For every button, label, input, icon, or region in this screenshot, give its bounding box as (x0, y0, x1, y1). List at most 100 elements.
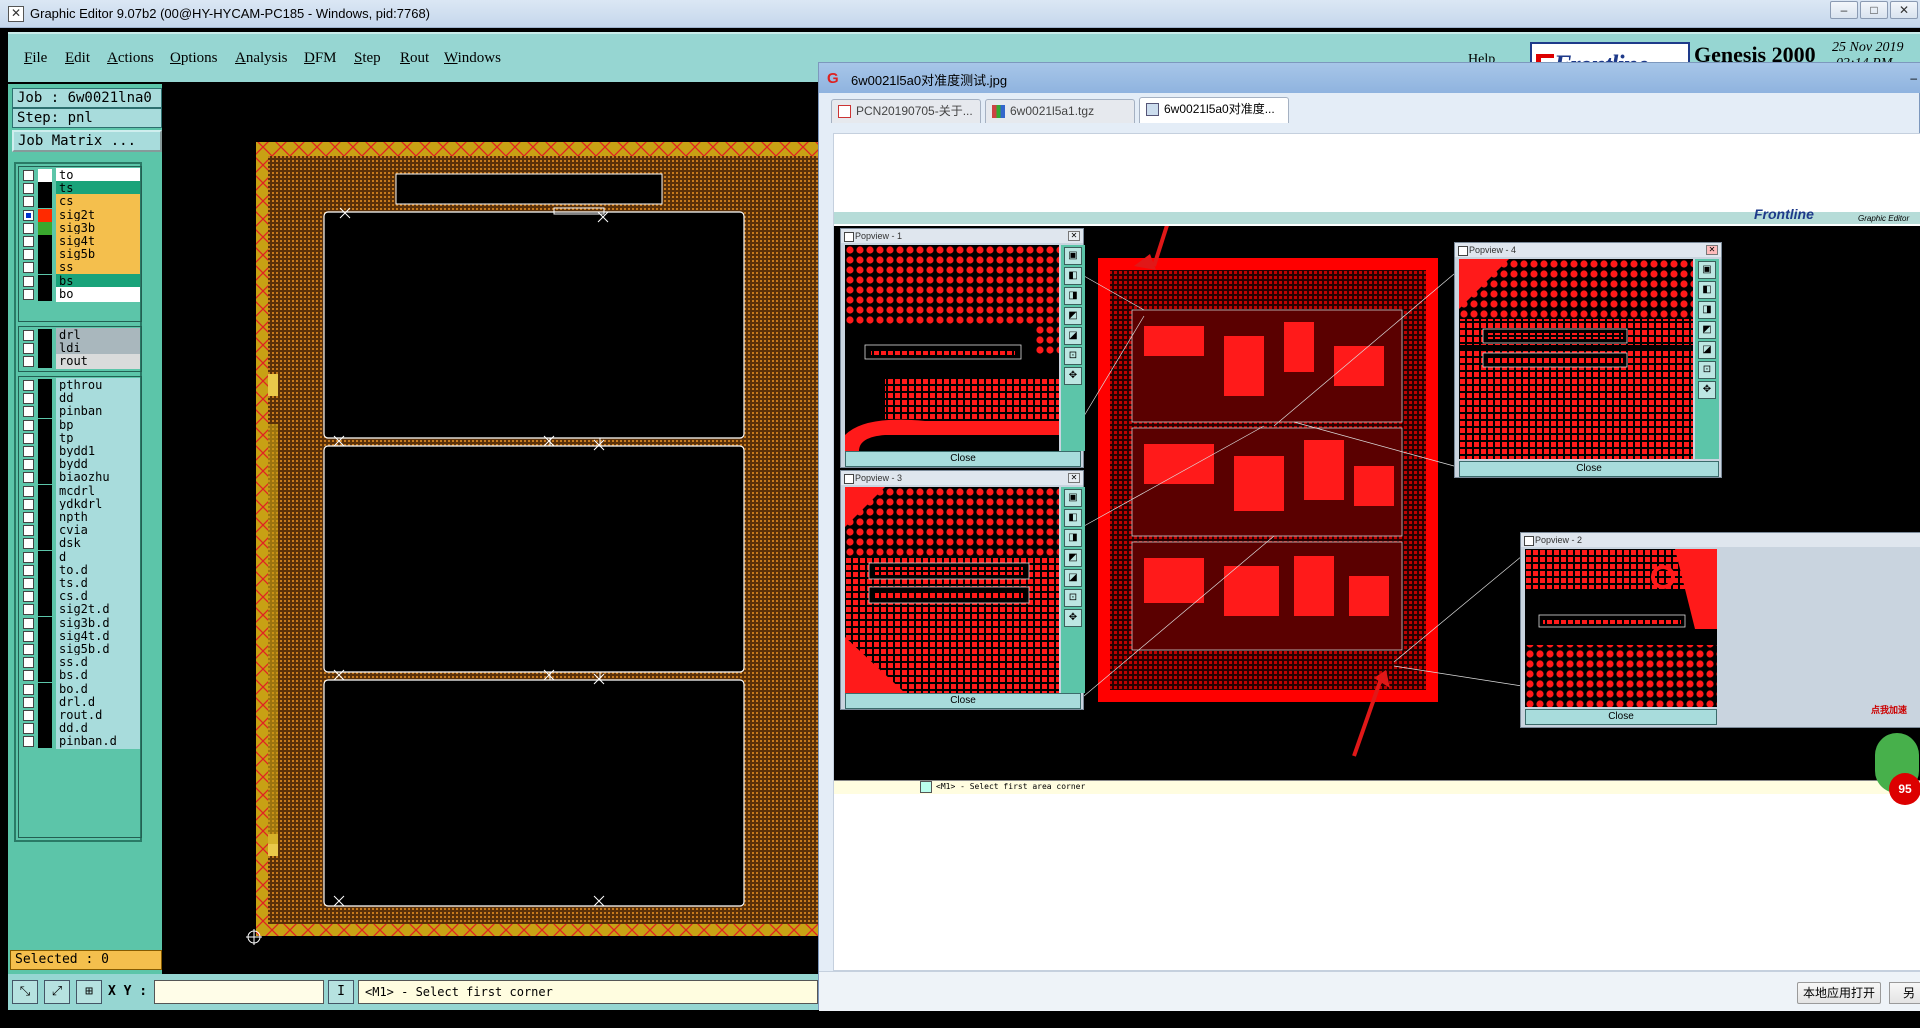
layer-color-swatch[interactable] (38, 329, 52, 342)
layer-color-swatch[interactable] (38, 735, 52, 749)
layer-checkbox[interactable] (23, 419, 34, 431)
zoom-fit-button[interactable]: ⤢ (44, 980, 70, 1004)
xy-input[interactable] (154, 980, 324, 1004)
layer-checkbox[interactable] (23, 736, 34, 748)
layer-checkbox[interactable] (23, 459, 34, 471)
layer-checkbox[interactable] (23, 183, 34, 195)
viewer-minimize-button[interactable]: – (1910, 71, 1917, 85)
open-local-app-button[interactable]: 本地应用打开 (1797, 982, 1881, 1004)
layer-color-swatch[interactable] (38, 577, 52, 590)
menu-analysis[interactable]: Analysis (235, 50, 288, 67)
layer-color-swatch[interactable] (38, 392, 52, 406)
layer-checkbox[interactable] (23, 538, 34, 550)
layer-checkbox[interactable] (23, 446, 34, 457)
layer-color-swatch[interactable] (38, 195, 52, 209)
layer-name[interactable]: pinban.d (56, 734, 140, 750)
layer-name[interactable]: rout (56, 354, 140, 370)
layer-color-swatch[interactable] (38, 563, 52, 577)
layer-color-swatch[interactable] (38, 656, 52, 670)
layer-checkbox[interactable] (23, 644, 34, 655)
layer-checkbox[interactable] (23, 683, 34, 695)
layer-color-swatch[interactable] (38, 261, 52, 275)
zoom-area-button[interactable]: ⤡ (12, 980, 38, 1004)
menu-edit[interactable]: Edit (65, 50, 90, 67)
layer-checkbox[interactable] (23, 657, 34, 669)
layer-row-bo[interactable]: bo (20, 286, 140, 302)
layer-color-swatch[interactable] (38, 616, 52, 630)
layer-color-swatch[interactable] (38, 208, 52, 222)
maximize-button[interactable]: □ (1860, 1, 1888, 19)
layer-color-swatch[interactable] (38, 431, 52, 445)
minimize-button[interactable]: – (1830, 1, 1858, 19)
layer-color-swatch[interactable] (38, 458, 52, 472)
menu-actions[interactable]: Actions (107, 50, 154, 67)
layer-color-swatch[interactable] (38, 537, 52, 551)
layer-color-swatch[interactable] (38, 709, 52, 722)
layer-color-swatch[interactable] (38, 379, 52, 392)
layer-checkbox[interactable] (23, 380, 34, 391)
job-matrix-button[interactable]: Job Matrix ... (12, 130, 162, 152)
layer-checkbox[interactable] (23, 222, 34, 234)
layer-checkbox[interactable] (23, 485, 34, 497)
layer-color-swatch[interactable] (38, 287, 52, 301)
layer-checkbox[interactable] (23, 472, 34, 484)
speed-up-widget[interactable]: 点我加速 95 (1871, 703, 1920, 813)
layer-checkbox[interactable] (23, 209, 34, 221)
layer-checkbox[interactable] (23, 343, 34, 355)
layer-color-swatch[interactable] (38, 355, 52, 369)
layer-checkbox[interactable] (23, 512, 34, 523)
layer-checkbox[interactable] (23, 696, 34, 708)
layer-row-pinban.d[interactable]: pinban.d (20, 734, 140, 750)
layer-color-swatch[interactable] (38, 590, 52, 604)
layer-checkbox[interactable] (23, 498, 34, 510)
layer-color-swatch[interactable] (38, 445, 52, 458)
layer-color-swatch[interactable] (38, 524, 52, 538)
tab-pcn-pdf[interactable]: PCN20190705-关于... (831, 99, 981, 123)
tab-tgz[interactable]: 6w0021l5a1.tgz (985, 99, 1135, 123)
layer-checkbox[interactable] (23, 170, 34, 181)
layer-color-swatch[interactable] (38, 342, 52, 356)
menu-file[interactable]: File (24, 50, 47, 67)
menu-options[interactable]: Options (170, 50, 218, 67)
other-button[interactable]: 另 (1889, 982, 1920, 1004)
layer-checkbox[interactable] (23, 710, 34, 721)
layer-checkbox[interactable] (23, 551, 34, 563)
layer-name[interactable]: bo (56, 286, 140, 302)
layer-color-swatch[interactable] (38, 669, 52, 683)
coord-info-button[interactable]: I (328, 980, 354, 1004)
layer-color-swatch[interactable] (38, 235, 52, 248)
close-button[interactable]: ✕ (1890, 1, 1918, 19)
layer-color-swatch[interactable] (38, 603, 52, 617)
layer-color-swatch[interactable] (38, 643, 52, 656)
menu-dfm[interactable]: DFM (304, 50, 337, 67)
cam-canvas[interactable] (164, 84, 832, 974)
layer-color-swatch[interactable] (38, 405, 52, 419)
layer-checkbox[interactable] (23, 670, 34, 682)
layer-color-swatch[interactable] (38, 169, 52, 182)
tab-image[interactable]: 6w0021l5a0对准度... (1139, 97, 1289, 123)
layer-color-swatch[interactable] (38, 274, 52, 288)
layer-color-swatch[interactable] (38, 484, 52, 498)
layer-row-rout[interactable]: rout (20, 354, 140, 370)
layer-checkbox[interactable] (23, 617, 34, 629)
layer-color-swatch[interactable] (38, 471, 52, 485)
layer-color-swatch[interactable] (38, 682, 52, 696)
layer-color-swatch[interactable] (38, 221, 52, 235)
layer-checkbox[interactable] (23, 578, 34, 589)
layer-checkbox[interactable] (23, 236, 34, 247)
layer-checkbox[interactable] (23, 196, 34, 208)
menu-rout[interactable]: Rout (400, 50, 429, 67)
layer-checkbox[interactable] (23, 393, 34, 405)
layer-checkbox[interactable] (23, 525, 34, 537)
layer-checkbox[interactable] (23, 630, 34, 642)
layer-checkbox[interactable] (23, 604, 34, 616)
layer-color-swatch[interactable] (38, 248, 52, 262)
layer-checkbox[interactable] (23, 591, 34, 603)
layer-color-swatch[interactable] (38, 418, 52, 432)
grid-button[interactable]: ⊞ (76, 980, 102, 1004)
layer-color-swatch[interactable] (38, 511, 52, 524)
layer-checkbox[interactable] (23, 249, 34, 261)
layer-checkbox[interactable] (23, 723, 34, 735)
layer-color-swatch[interactable] (38, 550, 52, 564)
layer-checkbox[interactable] (23, 330, 34, 341)
